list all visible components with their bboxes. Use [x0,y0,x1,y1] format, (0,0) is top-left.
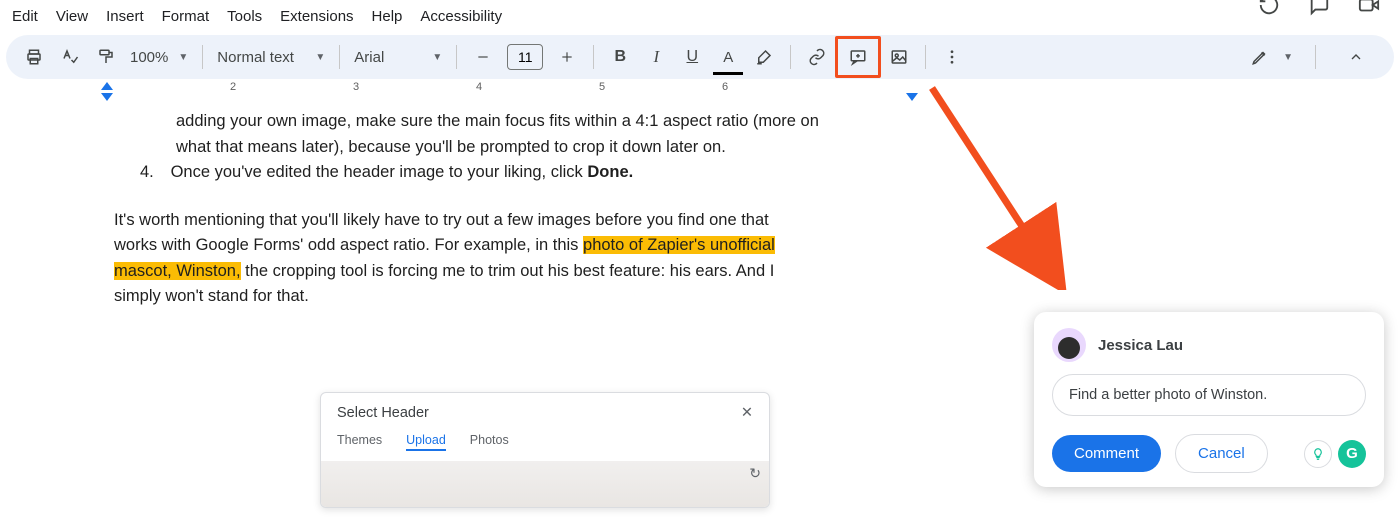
body-text: It's worth mentioning that you'll likely… [114,211,769,229]
print-icon[interactable] [19,42,49,72]
body-text-bold: Done. [587,163,633,181]
caret-down-icon: ▼ [432,52,442,63]
tab-photos[interactable]: Photos [470,433,509,451]
header-right-icons [1258,0,1380,16]
grammarly-icon[interactable]: G [1338,440,1366,468]
meet-icon[interactable] [1358,0,1380,16]
ruler: 2 3 4 5 6 [0,81,1400,109]
toolbar-separator [790,45,791,69]
decrease-font-icon[interactable] [468,42,498,72]
italic-button[interactable]: I [641,42,671,72]
menu-insert[interactable]: Insert [106,8,144,25]
comment-input[interactable]: Find a better photo of Winston. [1052,374,1366,416]
caret-down-icon: ▼ [1283,52,1293,63]
comment-cancel-button[interactable]: Cancel [1175,434,1268,473]
menu-tools[interactable]: Tools [227,8,262,25]
right-indent-marker[interactable] [906,93,918,101]
paragraph-style-value: Normal text [217,49,294,66]
ruler-label: 3 [353,81,359,93]
text-color-button[interactable]: A [713,42,743,72]
highlight-color-button[interactable] [749,42,779,72]
avatar [1052,328,1086,362]
tab-upload[interactable]: Upload [406,433,446,451]
insert-comment-icon[interactable] [843,42,873,72]
font-size-input[interactable]: 11 [507,44,543,70]
hint-icon[interactable] [1304,440,1332,468]
list-number: 4. [140,160,166,186]
menu-format[interactable]: Format [162,8,210,25]
menu-view[interactable]: View [56,8,88,25]
ruler-label: 4 [476,81,482,93]
first-line-indent-marker[interactable] [101,82,113,90]
left-indent-marker[interactable] [101,93,113,101]
more-icon[interactable] [937,42,967,72]
toolbar-separator [925,45,926,69]
dialog-title: Select Header [337,405,429,421]
highlighted-text: photo of Zapier's unofficial [583,236,775,254]
rotate-icon[interactable]: ↻ [749,465,761,482]
editing-mode-select[interactable]: ▼ [1251,48,1293,66]
spellcheck-icon[interactable] [55,42,85,72]
ruler-label: 6 [722,81,728,93]
menu-extensions[interactable]: Extensions [280,8,353,25]
toolbar-separator [202,45,203,69]
body-text: works with Google Forms' odd aspect rati… [114,236,583,254]
body-text: what that means later), because you'll b… [176,138,726,156]
body-text: adding your own image, make sure the mai… [176,112,819,130]
comment-card: Jessica Lau Find a better photo of Winst… [1034,312,1384,487]
zoom-select[interactable]: 100% ▼ [130,49,188,66]
ruler-label: 5 [599,81,605,93]
font-family-select[interactable]: Arial ▼ [348,49,448,66]
ruler-label: 2 [230,81,236,93]
body-text: the cropping tool is forcing me to trim … [241,262,775,280]
font-family-value: Arial [354,49,384,66]
caret-down-icon: ▼ [178,52,188,63]
comment-submit-button[interactable]: Comment [1052,435,1161,472]
toolbar-separator [339,45,340,69]
body-text: Once you've edited the header image to y… [171,163,588,181]
menu-help[interactable]: Help [372,8,403,25]
body-text: simply won't stand for that. [114,287,309,305]
paragraph-style-select[interactable]: Normal text ▼ [211,49,331,66]
history-icon[interactable] [1258,0,1280,16]
collapse-toolbar-icon[interactable] [1341,42,1371,72]
comment-history-icon[interactable] [1308,0,1330,16]
toolbar-separator [1315,45,1316,69]
insert-comment-highlighted [835,36,881,78]
caret-down-icon: ▼ [315,52,325,63]
toolbar: 100% ▼ Normal text ▼ Arial ▼ 11 B I U A [6,35,1394,79]
bold-button[interactable]: B [605,42,635,72]
zoom-value: 100% [130,49,168,66]
document-body[interactable]: adding your own image, make sure the mai… [0,109,1000,310]
paint-format-icon[interactable] [91,42,121,72]
insert-link-icon[interactable] [802,42,832,72]
increase-font-icon[interactable] [552,42,582,72]
comment-author: Jessica Lau [1098,337,1183,354]
embedded-screenshot: Select Header ✕ Themes Upload Photos ↻ [320,392,770,508]
underline-button[interactable]: U [677,42,707,72]
toolbar-separator [456,45,457,69]
highlighted-text: mascot, Winston, [114,262,241,280]
close-icon[interactable]: ✕ [741,405,753,421]
menu-edit[interactable]: Edit [12,8,38,25]
insert-image-icon[interactable] [884,42,914,72]
toolbar-separator [593,45,594,69]
menu-accessibility[interactable]: Accessibility [420,8,502,25]
menubar: Edit View Insert Format Tools Extensions… [0,0,1400,35]
tab-themes[interactable]: Themes [337,433,382,451]
